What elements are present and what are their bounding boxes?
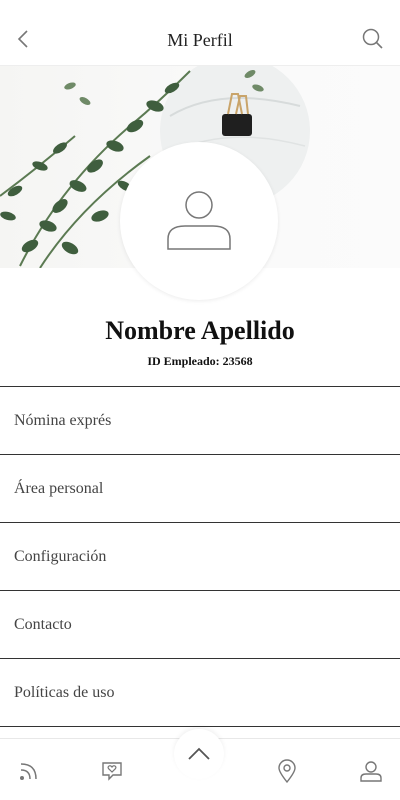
location-pin-icon[interactable] (273, 757, 301, 785)
employee-id: ID Empleado: 23568 (147, 354, 253, 368)
user-icon[interactable] (357, 757, 385, 785)
chat-heart-icon[interactable] (98, 757, 126, 785)
avatar[interactable] (120, 142, 278, 300)
menu-item-contacto[interactable]: Contacto (0, 591, 400, 659)
menu-item-politicas[interactable]: Políticas de uso (0, 659, 400, 727)
bottom-tab-bar (0, 729, 400, 800)
profile-menu: Nómina exprés Área personal Configuració… (0, 386, 400, 727)
search-icon[interactable] (360, 26, 386, 52)
chevron-up-icon[interactable] (174, 729, 224, 779)
feed-icon[interactable] (15, 757, 43, 785)
menu-item-configuracion[interactable]: Configuración (0, 523, 400, 591)
menu-item-label: Nómina exprés (14, 411, 112, 429)
user-icon (163, 183, 235, 260)
menu-item-label: Políticas de uso (14, 683, 115, 701)
menu-item-area-personal[interactable]: Área personal (0, 455, 400, 523)
menu-item-nomina[interactable]: Nómina exprés (0, 387, 400, 455)
menu-item-label: Configuración (14, 547, 107, 565)
top-bar: Mi Perfil (0, 0, 400, 66)
menu-item-label: Área personal (14, 479, 104, 497)
profile-name: Nombre Apellido (105, 316, 295, 345)
page-title: Mi Perfil (167, 30, 233, 50)
menu-item-label: Contacto (14, 615, 72, 633)
